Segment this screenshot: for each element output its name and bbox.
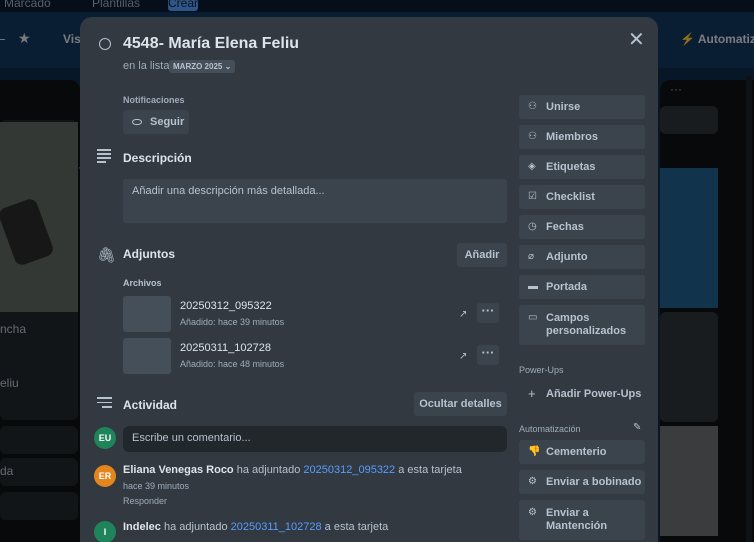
activity-title: Actividad <box>123 398 178 412</box>
avatar[interactable]: EU <box>94 427 116 449</box>
reply-link[interactable]: Responder <box>123 496 167 506</box>
join-button[interactable]: ⚇ Unirse <box>519 95 645 119</box>
custom-fields-icon: ▭ <box>528 312 538 323</box>
avatar[interactable]: I <box>94 521 116 542</box>
add-attachment-button[interactable]: Añadir <box>457 243 507 267</box>
activity-icon <box>97 397 112 411</box>
activity-entry: Eliana Venegas Roco ha adjuntado 2025031… <box>123 464 462 476</box>
follow-label: Seguir <box>150 116 185 128</box>
description-title: Descripción <box>123 151 192 165</box>
activity-action: ha adjuntado <box>163 521 228 533</box>
card-detail-modal: 4548- María Elena Feliu ✕ en la lista MA… <box>80 17 658 542</box>
hide-details-button[interactable]: Ocultar detalles <box>414 392 507 416</box>
custom-fields-button[interactable]: ▭ Campos personalizados <box>519 305 645 345</box>
labels-label: Etiquetas <box>546 161 596 173</box>
add-powerups-button[interactable]: + Añadir Power-Ups <box>519 382 645 406</box>
attachment-button[interactable]: ⌀ Adjunto <box>519 245 645 269</box>
paperclip-icon: ⌀ <box>528 251 535 262</box>
attachment-thumbnail[interactable] <box>123 338 171 374</box>
activity-action: ha adjuntado <box>236 464 301 476</box>
pencil-icon[interactable]: ✎ <box>633 422 641 433</box>
attachment-menu-button[interactable]: ··· <box>477 345 499 365</box>
join-label: Unirse <box>546 101 581 113</box>
activity-attachment-link[interactable]: 20250311_102728 <box>231 521 322 533</box>
powerups-label: Power-Ups <box>519 365 564 375</box>
send-maintenance-label-2: Mantención <box>546 520 608 532</box>
activity-user[interactable]: Eliana Venegas Roco <box>123 464 234 476</box>
members-icon: ⚇ <box>528 131 537 142</box>
activity-user[interactable]: Indelec <box>123 521 161 533</box>
attachment-name[interactable]: 20250311_102728 <box>180 342 271 354</box>
attachment-added: Añadido: hace 39 minutos <box>180 317 285 327</box>
attachment-label: Adjunto <box>546 251 588 263</box>
members-button[interactable]: ⚇ Miembros <box>519 125 645 149</box>
clock-icon: ◷ <box>528 221 537 232</box>
comment-input[interactable]: Escribe un comentario... <box>123 426 507 452</box>
cementerio-label: Cementerio <box>546 446 607 458</box>
list-name: MARZO 2025 <box>173 62 223 71</box>
plus-icon: + <box>528 386 536 401</box>
in-list-label: en la lista <box>123 60 170 72</box>
cementerio-button[interactable]: 👎 Cementerio <box>519 440 645 464</box>
cover-label: Portada <box>546 281 587 293</box>
list-selector[interactable]: MARZO 2025 ⌄ <box>169 60 236 73</box>
attachment-name[interactable]: 20250312_095322 <box>180 300 272 312</box>
description-icon <box>97 149 111 165</box>
send-maintenance-label-1: Enviar a <box>546 507 589 519</box>
activity-suffix: a esta tarjeta <box>398 464 462 476</box>
send-bobinado-button[interactable]: ⚙ Enviar a bobinado <box>519 470 645 494</box>
attachments-title: Adjuntos <box>123 247 175 261</box>
send-maintenance-button[interactable]: ⚙ Enviar a Mantención <box>519 500 645 540</box>
activity-entry: Indelec ha adjuntado 20250311_102728 a e… <box>123 521 388 533</box>
gear-icon: ⚙ <box>528 476 537 487</box>
checklist-label: Checklist <box>546 191 595 203</box>
attachment-menu-button[interactable]: ··· <box>477 303 499 323</box>
automation-label: Automatización <box>519 424 581 434</box>
notifications-label: Notificaciones <box>123 95 185 105</box>
activity-suffix: a esta tarjeta <box>324 521 389 533</box>
label-icon: ◈ <box>528 161 536 172</box>
add-powerups-label: Añadir Power-Ups <box>546 388 642 400</box>
eye-icon <box>132 119 142 125</box>
checklist-icon: ☑ <box>528 191 537 202</box>
labels-button[interactable]: ◈ Etiquetas <box>519 155 645 179</box>
open-link-icon[interactable]: ↗ <box>459 309 467 320</box>
description-input[interactable]: Añadir una descripción más detallada... <box>123 179 507 223</box>
members-label: Miembros <box>546 131 598 143</box>
chevron-down-icon: ⌄ <box>224 62 232 71</box>
cover-icon: ▬ <box>528 281 538 292</box>
paperclip-icon: 🖇 <box>97 247 117 264</box>
follow-button[interactable]: Seguir <box>123 110 189 134</box>
custom-fields-label-2: personalizados <box>546 325 627 337</box>
dates-button[interactable]: ◷ Fechas <box>519 215 645 239</box>
files-label: Archivos <box>123 278 162 288</box>
gear-icon: ⚙ <box>528 507 537 518</box>
thumbs-down-icon: 👎 <box>528 446 541 457</box>
checklist-button[interactable]: ☑ Checklist <box>519 185 645 209</box>
cover-button[interactable]: ▬ Portada <box>519 275 645 299</box>
card-title[interactable]: 4548- María Elena Feliu <box>123 35 299 53</box>
close-icon[interactable]: ✕ <box>628 30 645 50</box>
dates-label: Fechas <box>546 221 584 233</box>
attachment-added: Añadido: hace 48 minutos <box>180 359 285 369</box>
open-link-icon[interactable]: ↗ <box>459 351 467 362</box>
activity-time[interactable]: hace 39 minutos <box>123 481 189 491</box>
complete-radio[interactable] <box>99 38 111 50</box>
activity-attachment-link[interactable]: 20250312_095322 <box>303 464 395 476</box>
attachment-thumbnail[interactable] <box>123 296 171 332</box>
user-icon: ⚇ <box>528 101 537 112</box>
send-bobinado-label: Enviar a bobinado <box>546 476 642 488</box>
custom-fields-label-1: Campos <box>546 312 590 324</box>
avatar[interactable]: ER <box>94 465 116 487</box>
